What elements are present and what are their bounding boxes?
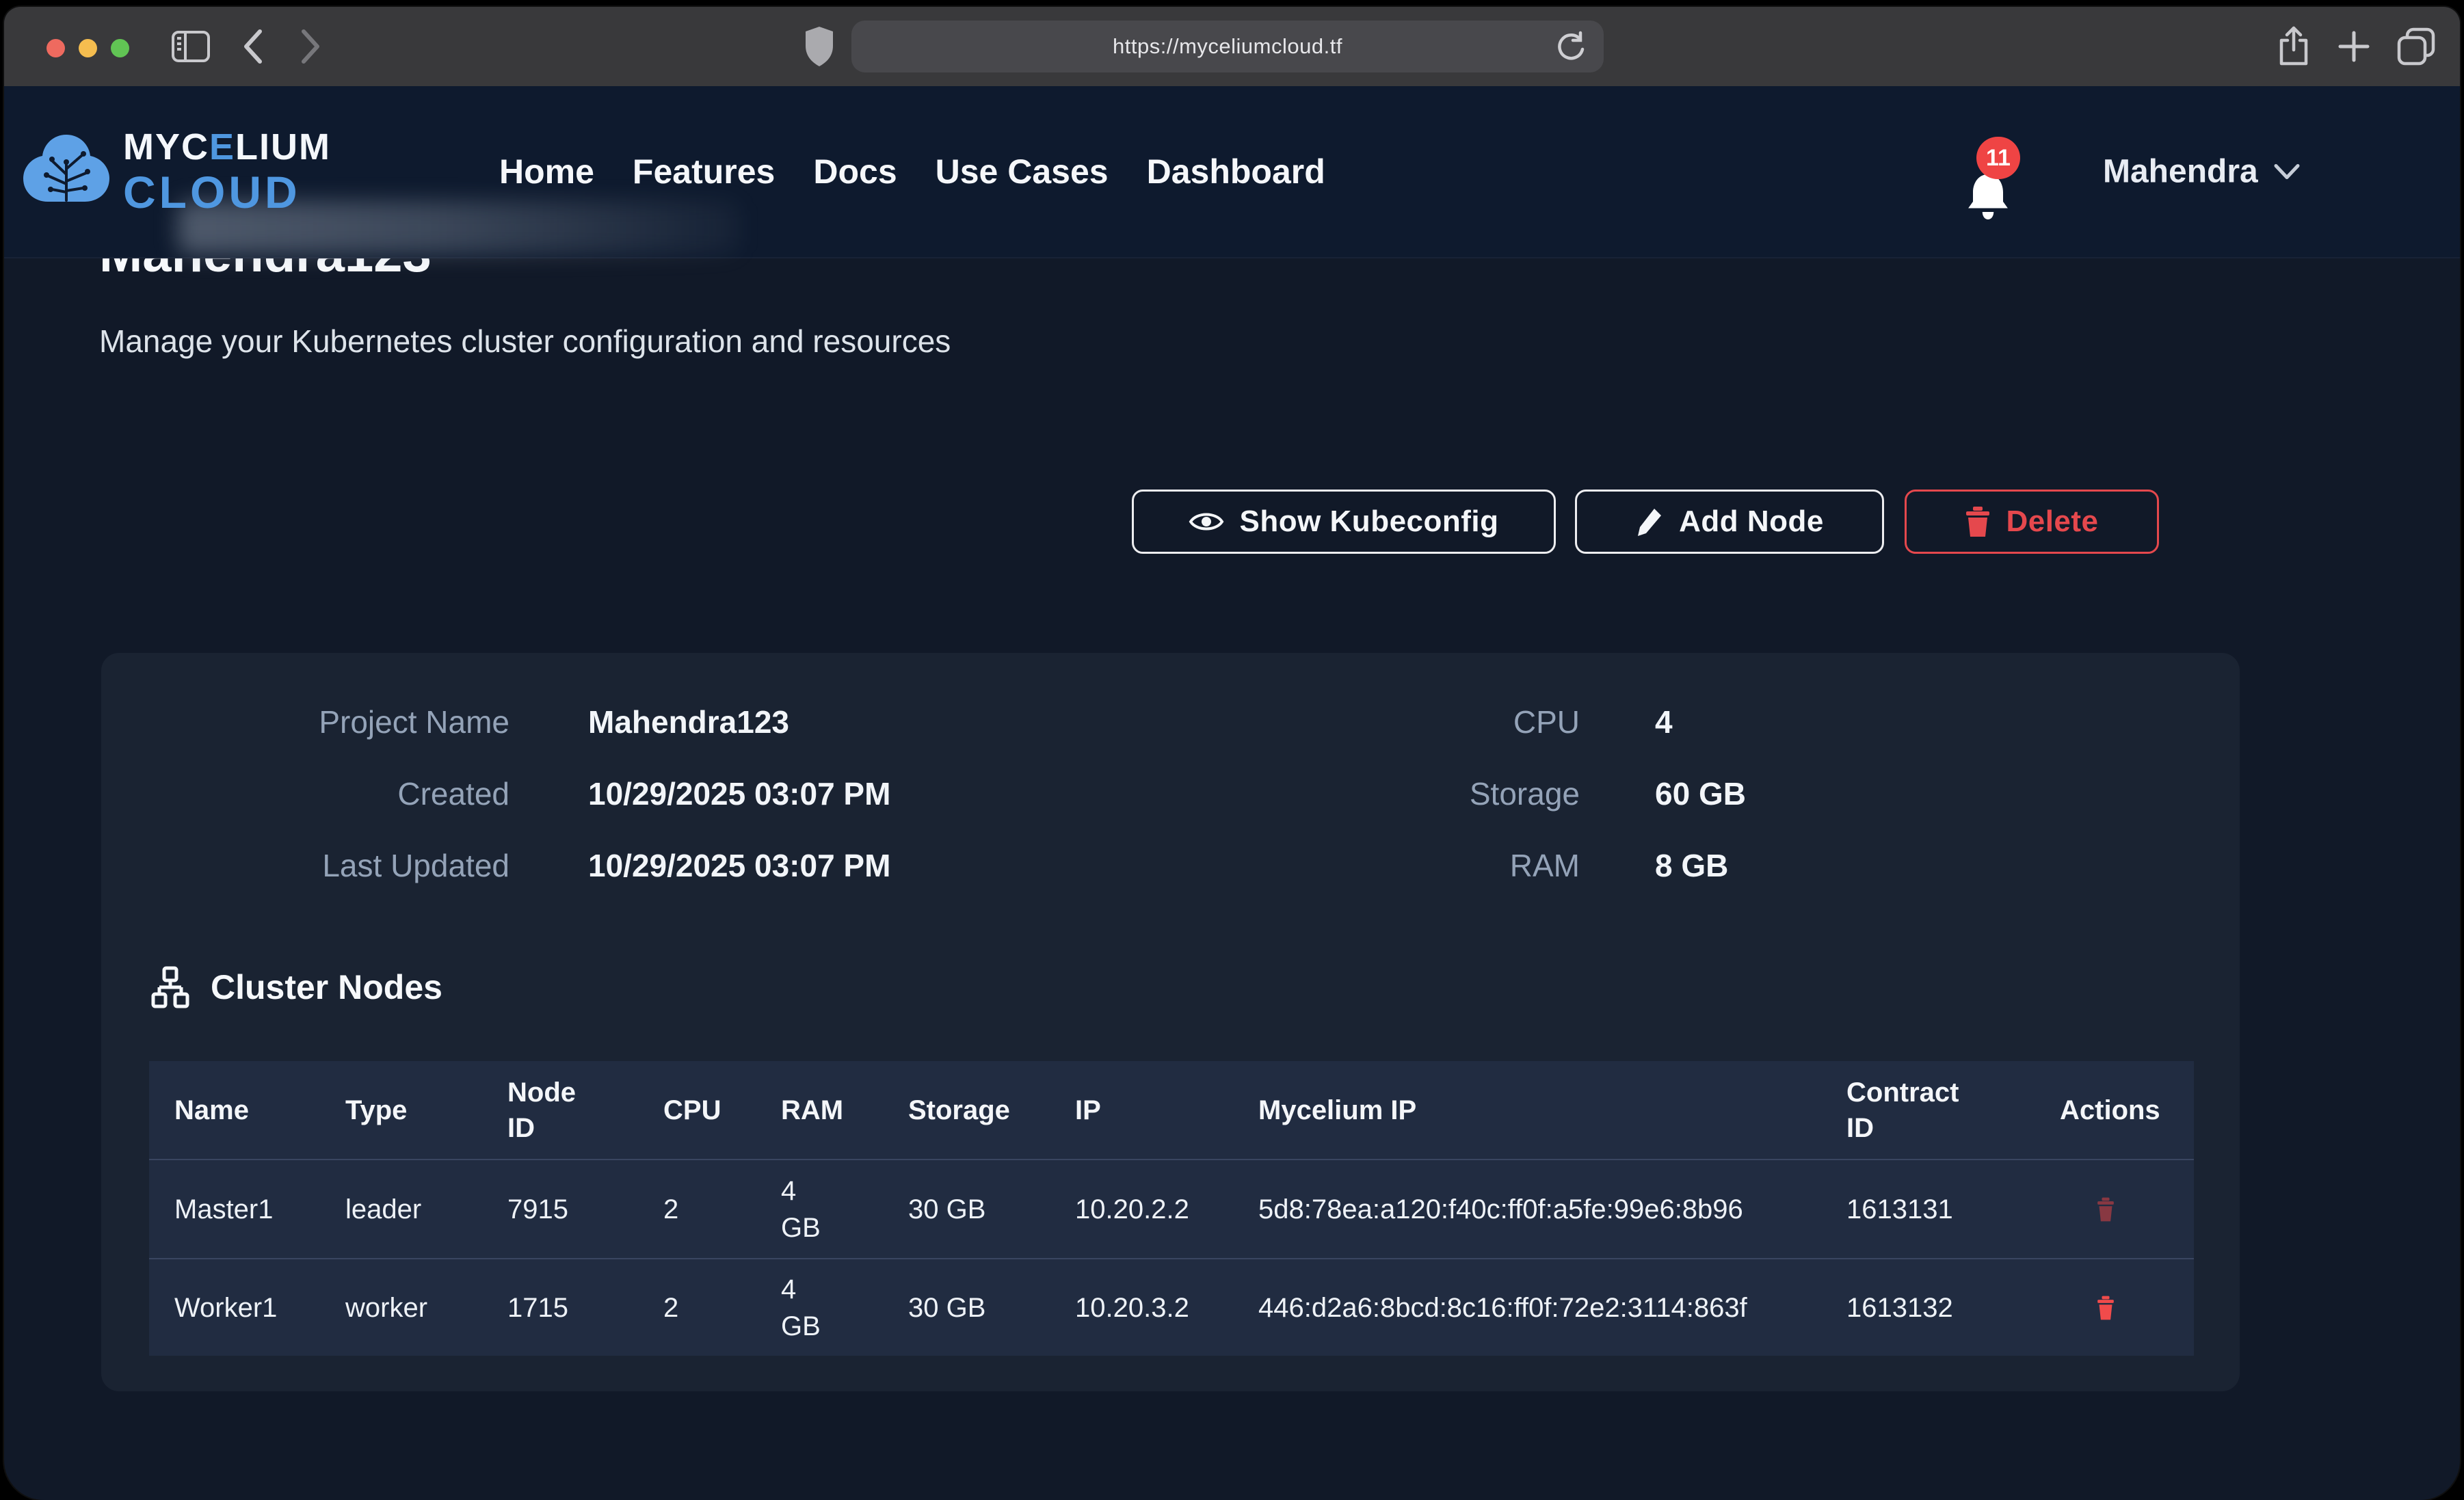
info-value: 60 GB xyxy=(1655,775,2065,812)
table-row: Master1 leader 7915 2 4 GB 30 GB 10.20.2… xyxy=(149,1160,2194,1258)
column-header: Node ID xyxy=(507,1075,586,1146)
node-ram: 4 GB xyxy=(781,1271,825,1345)
bell-icon xyxy=(1965,172,2011,222)
column-header: Contract ID xyxy=(1846,1075,1963,1146)
notification-count-badge: 11 xyxy=(1976,137,2020,179)
chevron-down-icon xyxy=(2273,163,2301,180)
node-id: 7915 xyxy=(507,1191,663,1228)
info-label: Last Updated xyxy=(190,847,509,884)
brand-line2: CLOUD xyxy=(123,170,331,215)
node-cpu: 2 xyxy=(663,1289,781,1326)
column-header: Mycelium IP xyxy=(1258,1093,1846,1128)
node-contract-id: 1613132 xyxy=(1846,1289,2060,1326)
trash-icon xyxy=(1965,507,1991,537)
info-label: Storage xyxy=(1230,775,1580,812)
cluster-info-right: CPU 4 Storage 60 GB RAM 8 GB xyxy=(1230,686,2065,901)
node-id: 1715 xyxy=(507,1289,663,1326)
column-header: Type xyxy=(345,1093,507,1128)
brand-logo[interactable]: MYCELIUM CLOUD xyxy=(22,129,331,215)
cluster-nodes-heading: Cluster Nodes xyxy=(149,966,442,1008)
node-type: worker xyxy=(345,1289,507,1326)
column-header: Storage xyxy=(908,1093,1075,1128)
info-label: RAM xyxy=(1230,847,1580,884)
browser-window: https://myceliumcloud.tf xyxy=(4,7,2460,1500)
user-name: Mahendra xyxy=(2103,153,2258,191)
node-ram: 4 GB xyxy=(781,1173,825,1246)
pencil-icon xyxy=(1635,506,1664,537)
delete-label: Delete xyxy=(2006,505,2098,539)
column-header: Name xyxy=(174,1093,345,1128)
add-node-label: Add Node xyxy=(1679,505,1824,539)
show-kubeconfig-button[interactable]: Show Kubeconfig xyxy=(1132,490,1556,554)
info-value: 8 GB xyxy=(1655,847,2065,884)
user-menu[interactable]: Mahendra xyxy=(2103,153,2301,191)
page-subtitle: Manage your Kubernetes cluster configura… xyxy=(99,323,951,360)
eye-icon xyxy=(1189,508,1224,535)
column-header: RAM xyxy=(781,1093,908,1128)
info-label: CPU xyxy=(1230,704,1580,740)
node-name: Worker1 xyxy=(174,1289,345,1326)
delete-cluster-button[interactable]: Delete xyxy=(1905,490,2159,554)
mycelium-cloud-logo-icon xyxy=(22,133,111,210)
column-header: Actions xyxy=(2060,1093,2194,1128)
site-navbar: MYCELIUM CLOUD Home Features Docs Use Ca… xyxy=(4,86,2460,258)
nav-links: Home Features Docs Use Cases Dashboard xyxy=(499,152,1325,191)
info-value: 10/29/2025 03:07 PM xyxy=(588,775,1067,812)
nav-link-dashboard[interactable]: Dashboard xyxy=(1147,152,1325,191)
brand-wordmark: MYCELIUM CLOUD xyxy=(123,129,331,215)
node-ip: 10.20.3.2 xyxy=(1075,1289,1258,1326)
cluster-nodes-table: Name Type Node ID CPU RAM Storage IP Myc… xyxy=(149,1061,2194,1356)
info-label: Created xyxy=(190,775,509,812)
notifications-button[interactable]: 11 xyxy=(1965,146,2027,222)
node-mycelium-ip: 446:d2a6:8bcd:8c16:ff0f:72e2:3114:863f xyxy=(1258,1289,1846,1326)
info-value: 10/29/2025 03:07 PM xyxy=(588,847,1067,884)
cluster-info-panel: Project Name Mahendra123 Created 10/29/2… xyxy=(101,653,2240,1391)
nav-link-home[interactable]: Home xyxy=(499,152,594,191)
show-kubeconfig-label: Show Kubeconfig xyxy=(1239,505,1498,539)
node-cpu: 2 xyxy=(663,1191,781,1228)
node-ip: 10.20.2.2 xyxy=(1075,1191,1258,1228)
column-header: IP xyxy=(1075,1093,1258,1128)
node-contract-id: 1613131 xyxy=(1846,1191,2060,1228)
add-node-button[interactable]: Add Node xyxy=(1575,490,1884,554)
node-mycelium-ip: 5d8:78ea:a120:f40c:ff0f:a5fe:99e6:8b96 xyxy=(1258,1191,1846,1228)
delete-node-icon[interactable] xyxy=(2060,1295,2194,1321)
info-value: 4 xyxy=(1655,704,2065,740)
info-value: Mahendra123 xyxy=(588,704,1067,740)
node-storage: 30 GB xyxy=(908,1289,1075,1326)
node-storage: 30 GB xyxy=(908,1191,1075,1228)
brand-line1: MYCELIUM xyxy=(123,129,331,165)
cluster-info-left: Project Name Mahendra123 Created 10/29/2… xyxy=(190,686,1067,901)
cluster-nodes-title: Cluster Nodes xyxy=(211,967,442,1007)
nav-link-use-cases[interactable]: Use Cases xyxy=(936,152,1109,191)
column-header: CPU xyxy=(663,1093,781,1128)
table-row: Worker1 worker 1715 2 4 GB 30 GB 10.20.3… xyxy=(149,1258,2194,1356)
delete-node-icon[interactable] xyxy=(2060,1196,2194,1222)
nav-link-docs[interactable]: Docs xyxy=(813,152,897,191)
node-name: Master1 xyxy=(174,1191,345,1228)
network-nodes-icon xyxy=(149,966,191,1008)
table-header-row: Name Type Node ID CPU RAM Storage IP Myc… xyxy=(149,1061,2194,1160)
nav-link-features[interactable]: Features xyxy=(633,152,775,191)
node-type: leader xyxy=(345,1191,507,1228)
info-label: Project Name xyxy=(190,704,509,740)
